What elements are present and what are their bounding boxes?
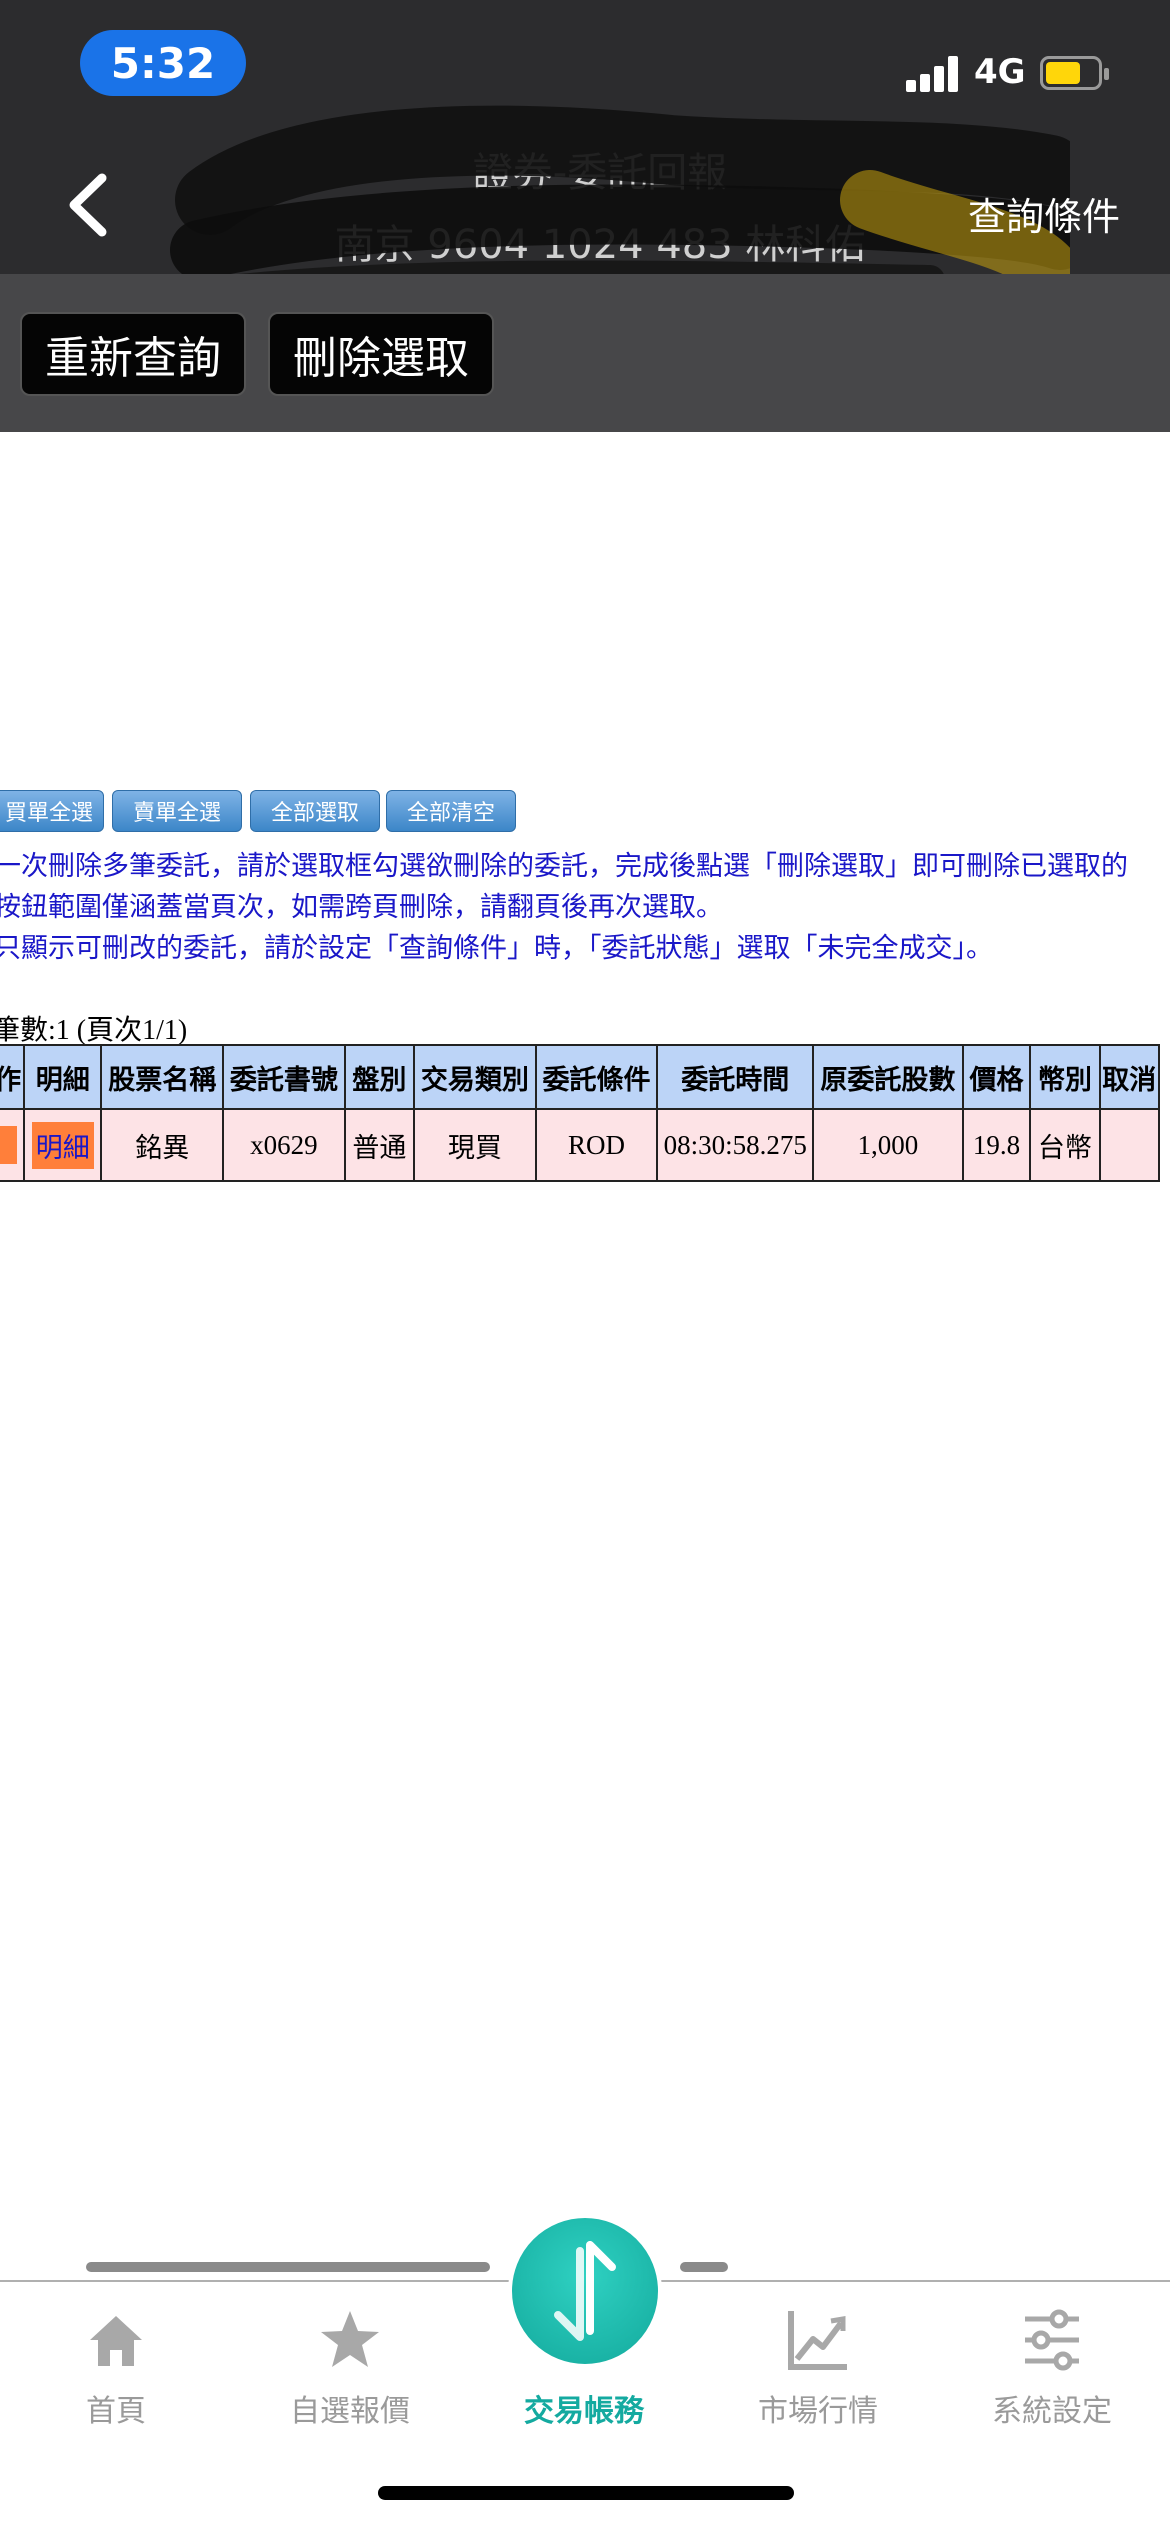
scroll-handle-bar bbox=[680, 2262, 728, 2272]
col-session: 盤別 bbox=[343, 1044, 416, 1110]
stock-name: 銘異 bbox=[100, 1108, 225, 1182]
instruction-notes: 一次刪除多筆委託，請於選取框勾選欲刪除的委託，完成後點選「刪除選取」即可刪除已選… bbox=[0, 846, 1170, 969]
table-header-row: 作 明細 股票名稱 委託書號 盤別 交易類別 委託條件 委託時間 原委託股數 價… bbox=[0, 1044, 1161, 1110]
col-currency: 幣別 bbox=[1029, 1044, 1101, 1110]
network-type: 4G bbox=[974, 52, 1026, 92]
order-condition: ROD bbox=[534, 1108, 659, 1182]
session: 普通 bbox=[343, 1108, 416, 1182]
sell-all-button[interactable]: 賣單全選 bbox=[112, 790, 242, 832]
nav-market[interactable]: 市場行情 bbox=[728, 2300, 908, 2430]
back-button[interactable] bbox=[60, 170, 120, 240]
col-condition: 委託條件 bbox=[534, 1044, 659, 1110]
note-line: 只顯示可刪改的委託，請於設定「查詢條件」時，「委託狀態」選取「未完全成交」。 bbox=[0, 933, 993, 964]
settings-sliders-icon bbox=[962, 2300, 1142, 2380]
col-detail: 明細 bbox=[23, 1044, 103, 1110]
trade-type: 現買 bbox=[413, 1108, 537, 1182]
chevron-left-icon bbox=[69, 173, 107, 237]
home-indicator[interactable] bbox=[378, 2486, 794, 2500]
order-time: 08:30:58.275 bbox=[656, 1108, 815, 1182]
query-conditions-button[interactable]: 查詢條件 bbox=[968, 186, 1120, 241]
home-icon bbox=[26, 2300, 206, 2380]
order-price: 19.8 bbox=[961, 1108, 1032, 1182]
scroll-handle-bar bbox=[86, 2262, 490, 2272]
col-price: 價格 bbox=[961, 1044, 1032, 1110]
col-action: 作 bbox=[0, 1044, 26, 1110]
chart-trend-icon bbox=[728, 2300, 908, 2380]
note-line: 按鈕範圍僅涵蓋當頁次，如需跨頁刪除，請翻頁後再次選取。 bbox=[0, 892, 723, 923]
buy-all-button[interactable]: 買單全選 bbox=[0, 790, 104, 832]
orders-table: 作 明細 股票名稱 委託書號 盤別 交易類別 委託條件 委託時間 原委託股數 價… bbox=[0, 1044, 1161, 1182]
col-time: 委託時間 bbox=[656, 1044, 815, 1110]
col-order-no: 委託書號 bbox=[222, 1044, 346, 1110]
nav-home[interactable]: 首頁 bbox=[26, 2300, 206, 2430]
col-shares: 原委託股數 bbox=[812, 1044, 964, 1110]
modify-link[interactable] bbox=[0, 1126, 17, 1164]
star-icon bbox=[260, 2300, 440, 2380]
nav-label: 首頁 bbox=[86, 2394, 146, 2429]
nav-trade[interactable]: 交易帳務 bbox=[494, 2300, 674, 2430]
battery-charging-icon bbox=[1040, 56, 1109, 90]
clear-all-button[interactable]: 全部清空 bbox=[386, 790, 516, 832]
record-count: 筆數:1 (頁次1/1) bbox=[0, 1015, 188, 1046]
nav-label: 系統設定 bbox=[992, 2394, 1112, 2429]
col-trade-type: 交易類別 bbox=[413, 1044, 537, 1110]
cancel-cell[interactable] bbox=[1098, 1108, 1161, 1182]
currency: 台幣 bbox=[1029, 1108, 1101, 1182]
nav-watchlist[interactable]: 自選報價 bbox=[260, 2300, 440, 2430]
status-time: 5:32 bbox=[80, 30, 246, 96]
toolbar: 重新查詢 刪除選取 bbox=[0, 274, 1170, 432]
requery-button[interactable]: 重新查詢 bbox=[20, 312, 246, 396]
action-cell[interactable] bbox=[0, 1108, 26, 1182]
app-header: 5:32 4G 證券-委託回報 南京 9604 1024 483 林科佑 查詢條… bbox=[0, 0, 1170, 432]
col-cancel: 取消 bbox=[1098, 1044, 1161, 1110]
detail-cell: 明細 bbox=[23, 1108, 103, 1182]
order-shares: 1,000 bbox=[812, 1108, 964, 1182]
delete-selected-button[interactable]: 刪除選取 bbox=[268, 312, 494, 396]
select-all-button[interactable]: 全部選取 bbox=[250, 790, 380, 832]
detail-link[interactable]: 明細 bbox=[31, 1121, 94, 1169]
nav-label: 自選報價 bbox=[290, 2394, 410, 2429]
nav-settings[interactable]: 系統設定 bbox=[962, 2300, 1142, 2430]
cellular-signal-icon bbox=[906, 56, 960, 92]
order-number: x0629 bbox=[222, 1108, 346, 1182]
note-line: 一次刪除多筆委託，請於選取框勾選欲刪除的委託，完成後點選「刪除選取」即可刪除已選… bbox=[0, 851, 1128, 882]
table-row: 明細 銘異 x0629 普通 現買 ROD 08:30:58.275 1,000… bbox=[0, 1108, 1161, 1182]
nav-label: 交易帳務 bbox=[524, 2394, 644, 2429]
nav-label: 市場行情 bbox=[758, 2394, 878, 2429]
col-stock: 股票名稱 bbox=[100, 1044, 225, 1110]
